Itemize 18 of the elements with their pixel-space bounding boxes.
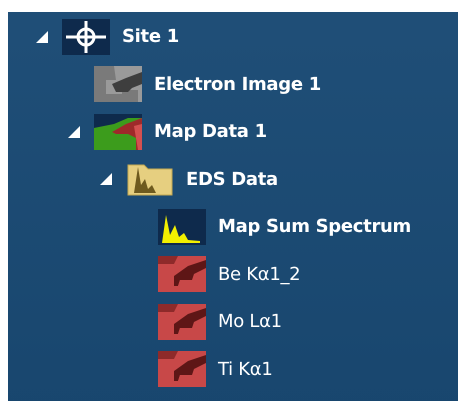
- color-map-icon: [94, 114, 142, 150]
- tree-item[interactable]: Site 1: [122, 26, 179, 48]
- element-map-icon: [158, 304, 206, 340]
- crosshair-icon: [62, 18, 110, 55]
- element-map-icon: [158, 351, 206, 388]
- tree-item[interactable]: Map Data 1: [154, 121, 267, 142]
- element-map-icon: [158, 256, 206, 292]
- expanded-arrow-icon[interactable]: [67, 124, 81, 139]
- expanded-arrow-icon[interactable]: [35, 30, 49, 44]
- grayscale-image-icon: [94, 66, 142, 102]
- tree-item[interactable]: Mo Lα1: [218, 311, 282, 332]
- expanded-arrow-icon[interactable]: [99, 172, 113, 186]
- spectrum-icon: [158, 208, 206, 245]
- tree-item[interactable]: Be Kα1_2: [218, 264, 300, 285]
- tree-item[interactable]: EDS Data: [186, 168, 278, 190]
- tree-item[interactable]: Electron Image 1: [154, 74, 321, 95]
- tree-item[interactable]: Map Sum Spectrum: [218, 216, 411, 238]
- tree-item[interactable]: Ti Kα1: [218, 358, 272, 380]
